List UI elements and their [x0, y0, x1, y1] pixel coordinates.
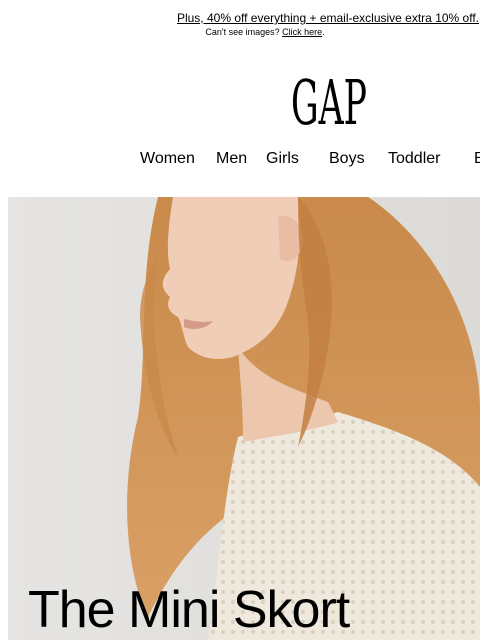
nav-item-men[interactable]: Men [216, 150, 247, 168]
nav-item-boys[interactable]: Boys [329, 150, 365, 168]
click-here-link[interactable]: Click here [282, 27, 322, 37]
gap-logo[interactable]: GAP [289, 66, 371, 139]
hero-image[interactable]: The Mini Skort [8, 197, 480, 640]
hero-photo [8, 197, 480, 640]
nav-item-baby[interactable]: B [474, 150, 480, 168]
nav-item-girls[interactable]: Girls [266, 150, 299, 168]
category-nav: Women Men Girls Boys Toddler B [0, 150, 480, 172]
nav-item-toddler[interactable]: Toddler [388, 150, 440, 168]
cant-see-images-line: Can't see images? Click here. [0, 27, 480, 37]
promo-link[interactable]: Plus, 40% off everything + email-exclusi… [177, 11, 479, 25]
cant-see-text: Can't see images? [205, 27, 280, 37]
nav-item-women[interactable]: Women [140, 150, 195, 168]
promo-banner: Plus, 40% off everything + email-exclusi… [0, 9, 480, 27]
hero-headline: The Mini Skort [28, 581, 350, 639]
gap-logo-text: GAP [291, 68, 367, 128]
cant-see-suffix: . [322, 27, 325, 37]
